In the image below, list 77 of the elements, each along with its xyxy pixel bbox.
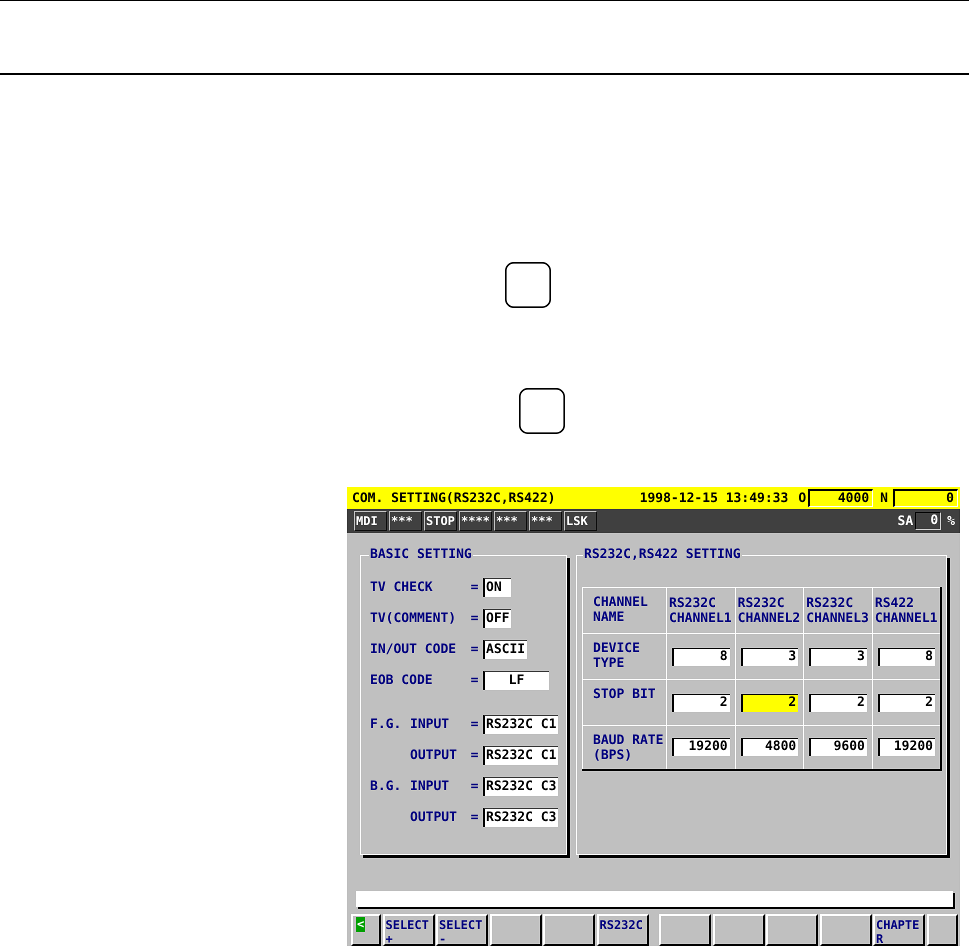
softkey[interactable] (712, 914, 764, 946)
status-indicator: LSK (564, 511, 597, 531)
setting-label: EOB CODE (370, 673, 434, 688)
softkey[interactable] (766, 914, 818, 946)
column-header: RS232C CHANNEL1 (666, 588, 736, 634)
setting-label: INPUT (410, 717, 450, 732)
o-label: O (798, 490, 806, 506)
group-label: B.G. (370, 779, 402, 794)
setting-label: IN/OUT CODE (370, 642, 458, 657)
date-time: 1998-12-15 13:49:33 (640, 490, 788, 506)
softkey[interactable] (659, 914, 711, 946)
setting-field[interactable]: 8 (878, 648, 935, 666)
setting-field[interactable]: 9600 (809, 738, 867, 756)
equals-sign: = (470, 642, 479, 657)
table-header: CHANNEL NAME (582, 588, 666, 634)
setting-field[interactable]: ASCII (483, 640, 528, 659)
setting-label: TV(COMMENT) (370, 611, 458, 626)
softkey[interactable] (543, 914, 595, 946)
setting-label: INPUT (410, 779, 450, 794)
setting-field[interactable]: RS232C C1 (483, 715, 558, 734)
status-indicator: *** (529, 511, 562, 531)
setting-field[interactable]: 2 (809, 694, 867, 712)
equals-sign: = (470, 779, 479, 794)
n-number-display: 0 (893, 489, 958, 507)
setting-field[interactable]: 4800 (740, 738, 798, 756)
setting-field[interactable]: RS232C C3 (483, 808, 558, 827)
softkey[interactable]: SELECT - (436, 914, 488, 946)
setting-field[interactable]: 2 (740, 694, 798, 712)
setting-field[interactable]: OFF (483, 609, 512, 628)
softkey[interactable]: SELECT + (382, 914, 434, 946)
status-indicator: *** (494, 511, 527, 531)
equals-sign: = (470, 611, 479, 626)
status-indicator: STOP (424, 511, 457, 531)
key-icon (505, 262, 551, 308)
equals-sign: = (470, 810, 479, 825)
o-number-display: 4000 (808, 489, 874, 507)
status-indicator: **** (459, 511, 492, 531)
setting-field[interactable]: 3 (809, 648, 867, 666)
row-header: STOP BIT (582, 680, 666, 726)
equals-sign: = (470, 580, 479, 595)
setting-label: TV CHECK (370, 580, 434, 595)
row-header: DEVICE TYPE (582, 634, 666, 680)
equals-sign: = (470, 673, 479, 688)
screen-title: COM. SETTING(RS232C,RS422) (352, 490, 556, 506)
softkey[interactable] (820, 914, 872, 946)
key-icon (519, 388, 565, 434)
setting-field[interactable]: RS232C C3 (483, 777, 558, 796)
status-indicator: *** (389, 511, 422, 531)
input-field[interactable] (356, 891, 953, 907)
sa-display: 0 (915, 512, 942, 530)
row-header: BAUD RATE (BPS) (582, 726, 666, 770)
setting-field[interactable]: 8 (672, 648, 730, 666)
group-label: F.G. (370, 717, 402, 732)
column-header: RS422 CHANNEL1 (872, 588, 941, 634)
softkey[interactable]: CHAPTE R (873, 914, 925, 946)
setting-field[interactable]: LF (483, 671, 549, 690)
softkey[interactable]: RS232C (596, 914, 648, 946)
column-header: RS232C CHANNEL2 (735, 588, 804, 634)
setting-field[interactable]: 19200 (878, 738, 935, 756)
setting-field[interactable]: 2 (878, 694, 935, 712)
panel-title: RS232C,RS422 SETTING (583, 548, 742, 562)
status-indicator: MDI (354, 511, 387, 531)
softkey[interactable] (926, 914, 958, 946)
n-label: N (880, 490, 888, 506)
sa-label: SA (898, 514, 914, 528)
percent-sign: % (947, 514, 955, 528)
setting-field[interactable]: 19200 (672, 738, 730, 756)
setting-field[interactable]: 2 (672, 694, 730, 712)
equals-sign: = (470, 748, 479, 763)
setting-label: OUTPUT (410, 810, 458, 825)
setting-label: OUTPUT (410, 748, 458, 763)
softkey[interactable] (490, 914, 542, 946)
setting-field[interactable]: 3 (740, 648, 798, 666)
equals-sign: = (470, 717, 479, 732)
setting-field[interactable]: RS232C C1 (483, 746, 558, 765)
column-header: RS232C CHANNEL3 (804, 588, 872, 634)
setting-field[interactable]: ON (483, 578, 511, 597)
